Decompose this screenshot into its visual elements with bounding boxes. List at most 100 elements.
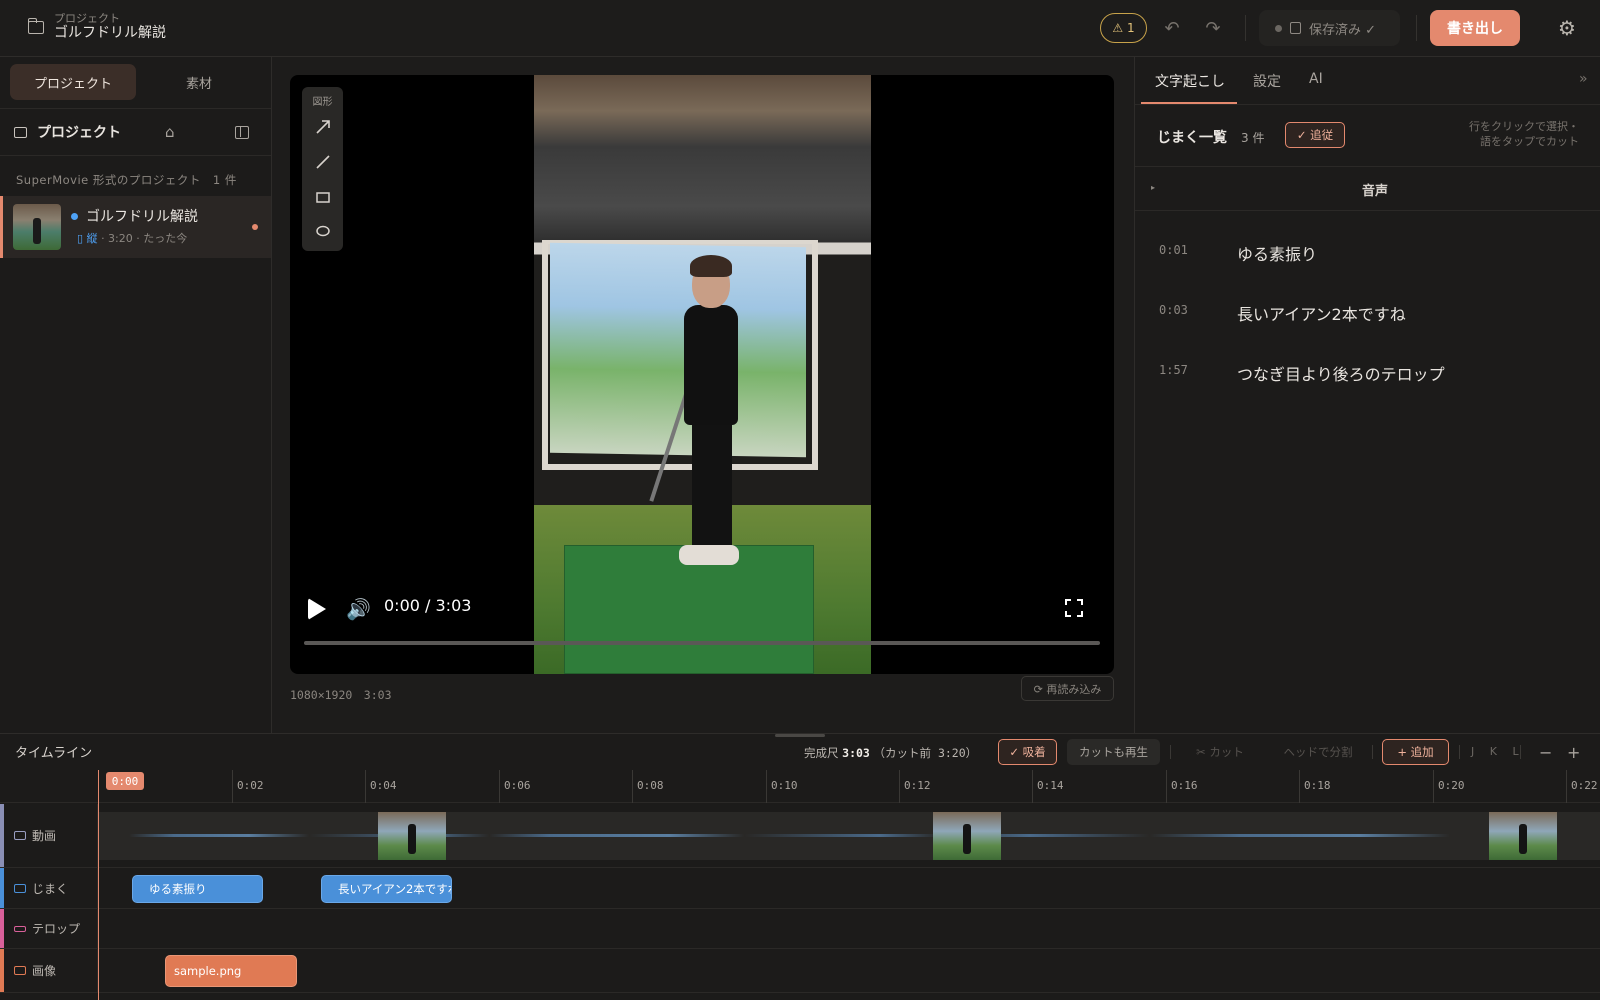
undo-icon[interactable]: ↶ xyxy=(1160,16,1184,40)
ruler-tick: 0:04 xyxy=(365,770,397,803)
jkl-shortcuts: J K L xyxy=(1471,745,1525,758)
divider xyxy=(1170,745,1171,759)
image-icon xyxy=(14,966,26,975)
list-item[interactable]: 0:03 長いアイアン2本ですね xyxy=(1135,281,1600,341)
sidebar-title-label: プロジェクト xyxy=(37,125,121,141)
image-clip[interactable]: sample.png xyxy=(165,955,297,987)
video-camera-icon xyxy=(14,831,26,840)
save-status-label: 保存済み ✓ xyxy=(1309,22,1377,38)
preview-area: 図形 🔊 0:00 / 3:03 1080×1920 3:03 ⟳ 再読み込み xyxy=(272,57,1134,733)
transcript-panel: 文字起こし 設定 AI » じまく一覧 3 件 ✓ 追従 行をクリックで選択・ … xyxy=(1134,57,1600,733)
unsaved-dot-icon xyxy=(252,224,258,230)
play-cuts-button[interactable]: カットも再生 xyxy=(1067,739,1160,765)
sidebar-title: プロジェクト xyxy=(14,122,121,142)
ellipse-tool-icon[interactable] xyxy=(313,221,332,240)
tab-assets[interactable]: 素材 xyxy=(136,64,262,100)
subtitle-icon xyxy=(14,883,26,893)
tick-label: 0:16 xyxy=(1171,779,1198,792)
list-item[interactable]: 0:01 ゆる素振り xyxy=(1135,221,1600,281)
tab-transcript[interactable]: 文字起こし xyxy=(1155,71,1225,91)
ruler-tick: 0:06 xyxy=(499,770,531,803)
hint-line: 語をタップでカット xyxy=(1480,135,1579,148)
ruler-tick: 0:10 xyxy=(766,770,798,803)
video-track: 動画 xyxy=(0,804,1600,868)
telop-track: テロップ xyxy=(0,909,1600,949)
video-track-header: 動画 xyxy=(0,804,98,867)
tick-label: 0:22 xyxy=(1571,779,1598,792)
volume-icon[interactable]: 🔊 xyxy=(346,597,371,621)
final-length-label: 完成尺 xyxy=(804,746,839,760)
project-thumbnail xyxy=(13,204,61,250)
video-player[interactable]: 図形 🔊 0:00 / 3:03 xyxy=(290,75,1114,674)
project-meta: ▯ 縦 · 3:20 · たった今 xyxy=(77,230,187,246)
tab-project[interactable]: プロジェクト xyxy=(10,64,136,100)
ruler-tick: 0:12 xyxy=(899,770,931,803)
export-button[interactable]: 書き出し xyxy=(1430,10,1520,46)
ruler-tick: 0:22 xyxy=(1566,770,1598,803)
section-label: SuperMovie 形式のプロジェクト 1 件 xyxy=(16,173,237,187)
resize-handle[interactable] xyxy=(775,734,825,737)
split-at-head-button[interactable]: ヘッドで分割 xyxy=(1270,739,1366,765)
tick-label: 0:10 xyxy=(771,779,798,792)
subtitle-text[interactable]: 長いアイアン2本ですね xyxy=(1237,301,1406,325)
subtitle-clip[interactable]: ゆる素振り xyxy=(132,875,263,903)
telop-icon xyxy=(14,925,26,932)
subtitle-track-header: じまく xyxy=(0,868,98,908)
playhead[interactable] xyxy=(98,770,99,1000)
zoom-in-icon[interactable]: + xyxy=(1567,743,1580,762)
subtitle-count: 3 件 xyxy=(1241,131,1265,145)
image-track-header: 画像 xyxy=(0,949,98,992)
ruler-tick: 0:02 xyxy=(232,770,264,803)
person-hair xyxy=(690,255,732,277)
seek-bar[interactable] xyxy=(304,641,1100,645)
project-name: ゴルフドリル解説 xyxy=(71,206,198,226)
divider xyxy=(1245,15,1246,41)
breadcrumb-label: プロジェクト xyxy=(54,12,120,25)
video-dimensions: 1080×1920 3:03 xyxy=(290,688,392,702)
final-length-value: 3:03 xyxy=(842,746,870,760)
warning-badge[interactable]: ⚠ 1 xyxy=(1100,13,1147,43)
ruler-tick: 0:20 xyxy=(1433,770,1465,803)
time-ruler[interactable]: 0:00 0:02 0:04 0:06 0:08 0:10 0:12 0:14 … xyxy=(0,770,1600,803)
audio-section-toggle[interactable]: ▸ 音声 xyxy=(1135,167,1600,211)
tab-ai[interactable]: AI xyxy=(1309,71,1323,87)
person-legs xyxy=(692,420,732,550)
subtitle-clip[interactable]: 長いアイアン2本ですね xyxy=(321,875,452,903)
video-thumbnail xyxy=(1489,812,1557,860)
play-icon[interactable] xyxy=(306,598,328,620)
tab-settings[interactable]: 設定 xyxy=(1253,71,1281,91)
add-button[interactable]: + 追加 xyxy=(1382,739,1449,765)
subtitle-track: じまく ゆる素振り 長いアイアン2本ですね xyxy=(0,868,1600,909)
fullscreen-icon[interactable] xyxy=(1065,599,1083,617)
collapse-sidebar-icon[interactable] xyxy=(235,125,249,139)
project-meta-text: · 3:20 · たった今 xyxy=(101,232,188,245)
cut-button[interactable]: ✂ カット xyxy=(1180,739,1260,765)
playhead-time[interactable]: 0:00 xyxy=(106,772,144,790)
subtitle-text[interactable]: つなぎ目より後ろのテロップ xyxy=(1237,361,1445,385)
sidebar-tabs: プロジェクト 素材 xyxy=(10,64,262,100)
video-thumbnail xyxy=(378,812,446,860)
reload-button[interactable]: ⟳ 再読み込み xyxy=(1021,676,1114,701)
project-breadcrumb[interactable]: プロジェクト ゴルフドリル解説 xyxy=(27,12,166,42)
project-list-item[interactable]: ゴルフドリル解説 ▯ 縦 · 3:20 · たった今 xyxy=(0,196,271,258)
snap-toggle[interactable]: ✓ 吸着 xyxy=(998,739,1057,765)
expand-panel-icon[interactable]: » xyxy=(1579,71,1588,87)
video-clip[interactable] xyxy=(99,812,1600,860)
zoom-out-icon[interactable]: − xyxy=(1539,743,1552,762)
ruler-tick: 0:08 xyxy=(632,770,664,803)
rectangle-tool-icon[interactable] xyxy=(313,187,332,206)
subtitle-text[interactable]: ゆる素振り xyxy=(1237,241,1317,265)
folder-icon xyxy=(27,17,44,34)
tick-label: 0:20 xyxy=(1438,779,1465,792)
line-tool-icon[interactable] xyxy=(313,152,332,171)
home-icon[interactable]: ⌂ xyxy=(165,123,175,141)
follow-toggle[interactable]: ✓ 追従 xyxy=(1285,122,1345,148)
tick-label: 0:14 xyxy=(1037,779,1064,792)
gear-icon[interactable]: ⚙ xyxy=(1555,16,1579,40)
track-label: 動画 xyxy=(32,829,57,843)
arrow-tool-icon[interactable] xyxy=(313,117,332,136)
project-name-label: ゴルフドリル解説 xyxy=(86,209,198,225)
track-label: じまく xyxy=(32,881,69,896)
redo-icon[interactable]: ↷ xyxy=(1201,16,1225,40)
list-item[interactable]: 1:57 つなぎ目より後ろのテロップ xyxy=(1135,341,1600,401)
